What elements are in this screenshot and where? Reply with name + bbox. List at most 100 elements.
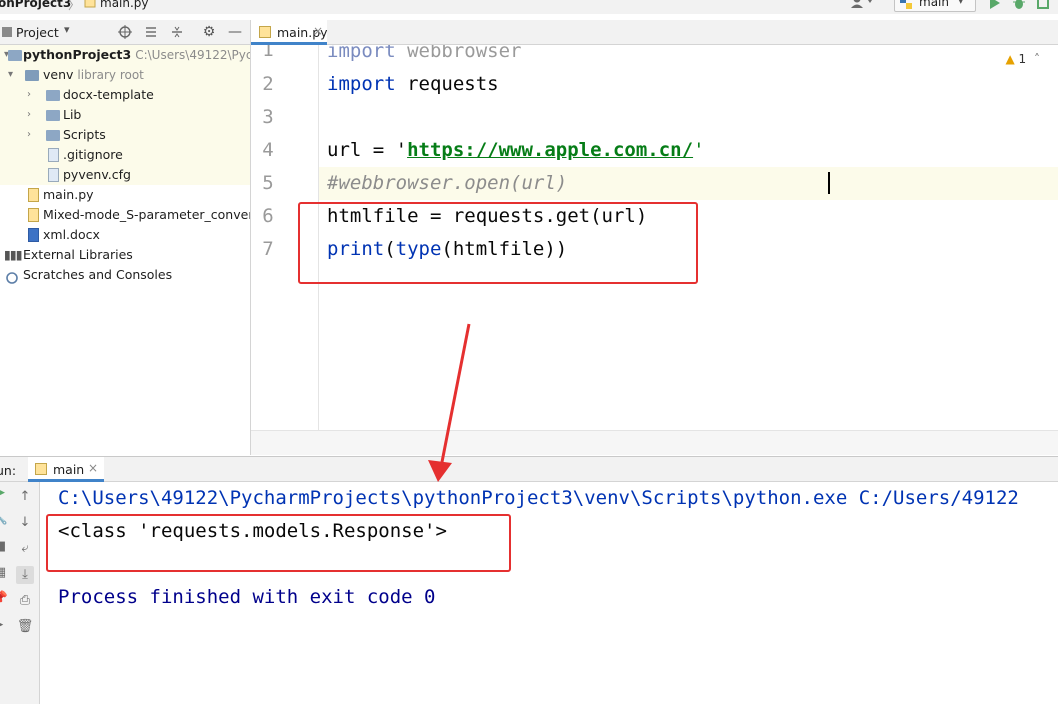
- collapse-all-icon[interactable]: [168, 23, 186, 41]
- folder-icon: [46, 90, 60, 101]
- config-file-icon: [48, 168, 59, 182]
- editor-tab-bar: main.py ×: [250, 20, 1058, 45]
- chevron-right-icon[interactable]: ›: [27, 105, 31, 125]
- project-panel-header: Project ▾ ⚙ —: [0, 20, 250, 45]
- breadcrumb-file[interactable]: main.py: [100, 0, 149, 10]
- tree-item-pythonproject3[interactable]: ▾ pythonProject3 C:\Users\49122\Pycha: [0, 45, 250, 65]
- scroll-to-end-icon[interactable]: ⤓: [16, 566, 34, 584]
- python-file-icon: [259, 26, 271, 38]
- warning-icon: ▲: [1005, 52, 1015, 66]
- trash-icon[interactable]: 🗑: [16, 618, 34, 636]
- run-toolbar: ▶ 🔧 ■ ▦ 📌 ▸ ↑ ↓ ⤶ ⤓ ⎙ 🗑: [0, 482, 40, 704]
- tree-item-sublabel: library root: [77, 68, 144, 82]
- scratches-icon: [6, 270, 18, 290]
- line-number: 2: [262, 73, 274, 95]
- chevron-up-icon[interactable]: ˄: [1034, 52, 1040, 66]
- tree-item-label: External Libraries: [23, 247, 133, 262]
- close-icon[interactable]: ×: [88, 461, 98, 475]
- comment: #webbrowser.open(url): [327, 172, 568, 194]
- run-configuration-label: main: [919, 0, 949, 9]
- console-exit-line: Process finished with exit code 0: [58, 586, 436, 608]
- tree-item-main-py[interactable]: main.py: [0, 185, 250, 205]
- coverage-icon[interactable]: [1036, 0, 1050, 13]
- rerun-icon[interactable]: ▶: [0, 484, 9, 502]
- chevron-right-icon[interactable]: ›: [27, 125, 31, 145]
- python-file-icon: [28, 208, 39, 222]
- tree-item-label: Mixed-mode_S-parameter_conversi: [43, 207, 250, 222]
- run-icon[interactable]: [988, 0, 1002, 13]
- line-number: 4: [262, 139, 274, 161]
- run-configuration-select[interactable]: main ▾: [894, 0, 976, 12]
- run-panel-label: un:: [0, 463, 17, 478]
- navigation-bar: onProject3 〉 main.py main ▾: [0, 0, 1058, 14]
- wrench-icon[interactable]: 🔧: [0, 510, 9, 528]
- tree-item-label: pyvenv.cfg: [63, 167, 131, 182]
- tree-item-label: venv: [43, 67, 74, 82]
- text-file-icon: [48, 148, 59, 162]
- tree-item-path: C:\Users\49122\Pycha: [135, 48, 250, 62]
- tree-item-label: docx-template: [63, 87, 154, 102]
- folder-icon: [46, 110, 60, 121]
- code-text: requests: [395, 73, 499, 95]
- tree-item-pyvenv-cfg[interactable]: pyvenv.cfg: [0, 165, 250, 185]
- annotation-box-output: [46, 514, 511, 572]
- more-icon[interactable]: ▸: [0, 616, 9, 634]
- layout-icon[interactable]: ▦: [0, 564, 9, 582]
- project-panel-title[interactable]: Project: [16, 25, 59, 40]
- tab-main-py[interactable]: main.py ×: [251, 20, 328, 45]
- tree-item-lib[interactable]: › Lib: [0, 105, 250, 125]
- python-icon: [900, 0, 912, 9]
- word-file-icon: [28, 228, 39, 242]
- project-view-icon: [2, 27, 12, 37]
- stop-icon[interactable]: ■: [0, 538, 9, 556]
- text-caret: [828, 172, 830, 194]
- run-tab-main[interactable]: main ×: [28, 457, 104, 482]
- chevron-right-icon[interactable]: ›: [27, 85, 31, 105]
- ide-window: onProject3 〉 main.py main ▾ Project ▾ ⚙ …: [0, 0, 1058, 704]
- chevron-down-icon: ▾: [958, 0, 964, 7]
- folder-icon: [8, 50, 22, 61]
- close-icon[interactable]: ×: [313, 24, 323, 38]
- tree-item-docx-template[interactable]: › docx-template: [0, 85, 250, 105]
- annotation-box-code: [298, 202, 698, 284]
- arrow-up-icon[interactable]: ↑: [16, 488, 34, 506]
- tree-item-scratches[interactable]: Scratches and Consoles: [0, 265, 250, 285]
- gear-icon[interactable]: ⚙: [200, 23, 218, 41]
- code-text: ': [693, 139, 705, 161]
- user-icon[interactable]: [850, 0, 876, 12]
- tree-item-scripts[interactable]: › Scripts: [0, 125, 250, 145]
- arrow-down-icon[interactable]: ↓: [16, 514, 34, 532]
- tree-item-label: pythonProject3: [23, 47, 132, 62]
- chevron-down-icon[interactable]: ▾: [64, 23, 70, 36]
- chevron-down-icon[interactable]: ▾: [8, 65, 13, 85]
- url-string[interactable]: https://www.apple.com.cn/: [407, 139, 693, 161]
- minimize-icon[interactable]: —: [226, 23, 244, 41]
- locate-icon[interactable]: [116, 23, 134, 41]
- tree-item-xml-docx[interactable]: xml.docx: [0, 225, 250, 245]
- tree-item-venv[interactable]: ▾ venv library root: [0, 65, 250, 85]
- python-file-icon: [84, 0, 96, 11]
- tree-item-mixed-mode[interactable]: Mixed-mode_S-parameter_conversi: [0, 205, 250, 225]
- library-icon: ▮▮▮: [4, 247, 23, 262]
- run-panel-header: un: main ×: [0, 456, 1058, 482]
- code-text: webbrowser: [395, 45, 522, 62]
- print-icon[interactable]: ⎙: [16, 592, 34, 610]
- tree-item-label: xml.docx: [43, 227, 100, 242]
- breadcrumb-project[interactable]: onProject3: [0, 0, 71, 10]
- tree-item-external-libraries[interactable]: ▮▮▮ External Libraries: [0, 245, 250, 265]
- keyword: import: [327, 73, 396, 95]
- tree-item-label: Scratches and Consoles: [23, 267, 173, 282]
- pin-icon[interactable]: 📌: [0, 590, 9, 608]
- expand-all-icon[interactable]: [142, 23, 160, 41]
- keyword: import: [327, 45, 396, 62]
- tree-item-gitignore[interactable]: .gitignore: [0, 145, 250, 165]
- inspection-widget[interactable]: ▲ 1 ˄: [1005, 52, 1040, 66]
- code-text: url = ': [327, 139, 408, 161]
- line-number: 3: [262, 106, 274, 128]
- project-tree: ▾ pythonProject3 C:\Users\49122\Pycha ▾ …: [0, 45, 250, 455]
- debug-icon[interactable]: [1012, 0, 1026, 13]
- soft-wrap-icon[interactable]: ⤶: [16, 540, 34, 558]
- code-line-5: #webbrowser.open(url): [327, 167, 567, 200]
- python-file-icon: [35, 463, 47, 475]
- breadcrumb-separator: 〉: [68, 0, 81, 12]
